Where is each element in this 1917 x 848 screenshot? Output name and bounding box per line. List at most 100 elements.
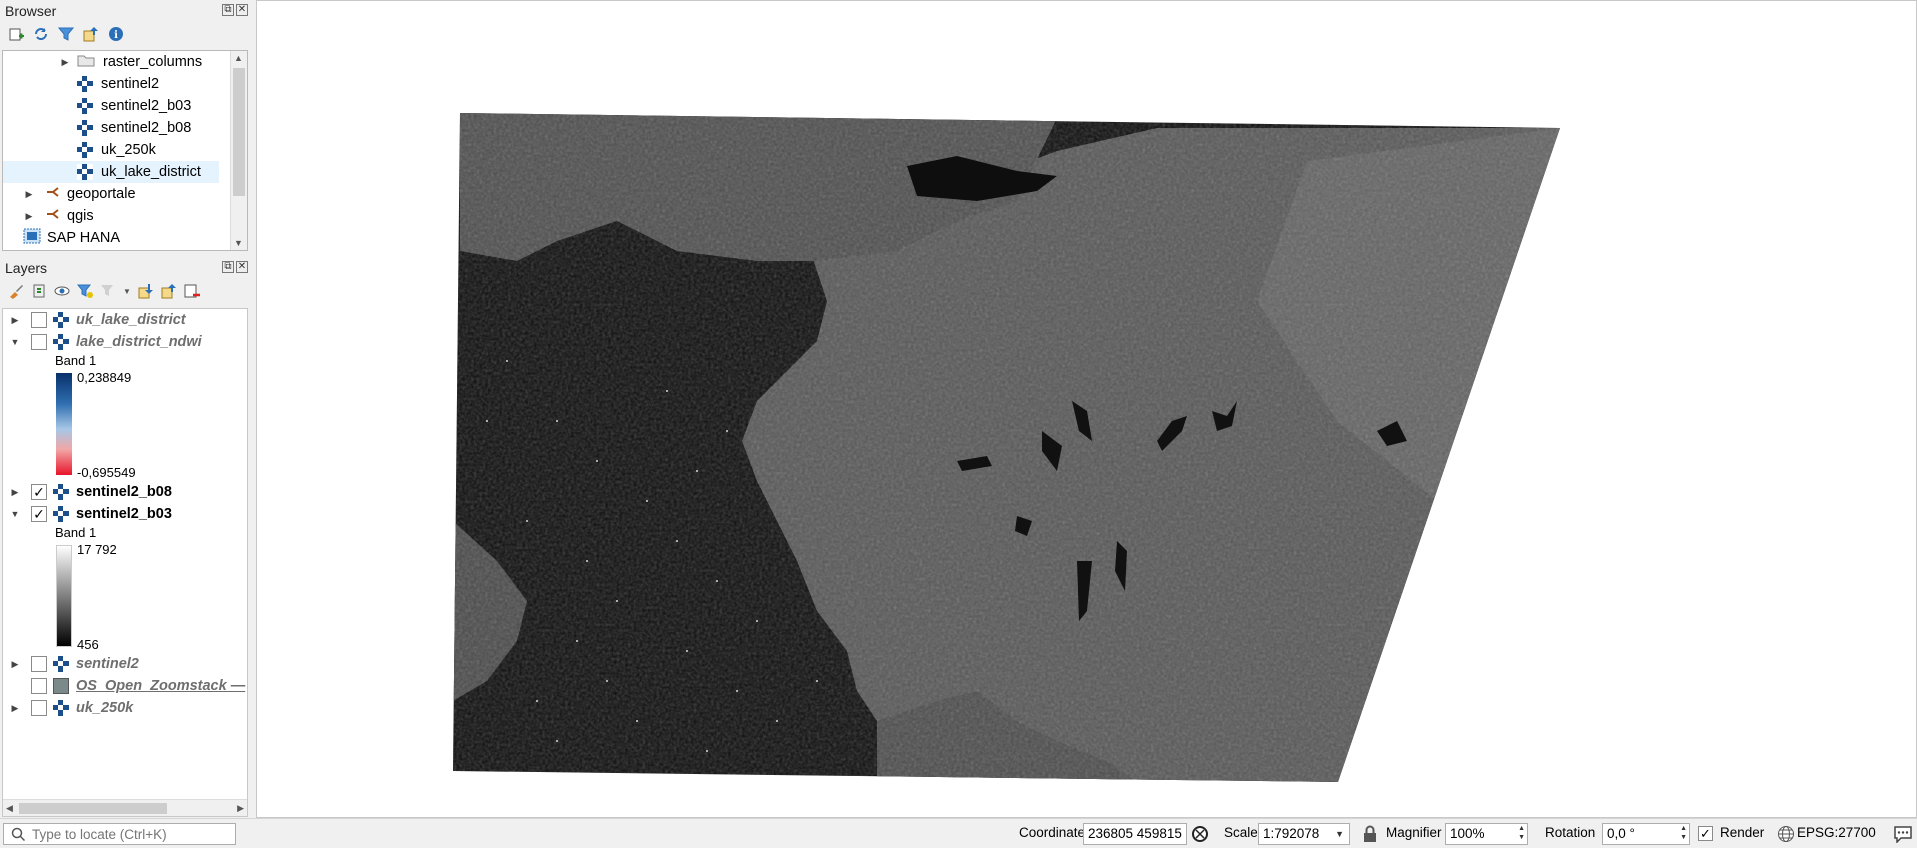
layer-name: sentinel2 xyxy=(76,656,139,672)
filter-icon[interactable] xyxy=(58,26,74,42)
browser-item-label: sentinel2_b08 xyxy=(101,120,192,136)
expand-arrow-icon[interactable]: ▶ xyxy=(9,702,21,714)
browser-item-label: uk_250k xyxy=(101,142,156,158)
layer-name: sentinel2_b08 xyxy=(76,484,172,500)
browser-panel: Browser ⧉ ✕ i ▶ raster_columns sentinel2… xyxy=(0,0,251,262)
browser-item[interactable]: ▶ raster_columns xyxy=(3,51,230,73)
info-icon[interactable]: i xyxy=(108,26,124,42)
magnifier-spinbox[interactable]: 100% ▲ ▼ xyxy=(1445,823,1528,845)
lock-icon[interactable] xyxy=(1363,825,1377,846)
browser-item-selected[interactable]: uk_lake_district xyxy=(3,161,219,183)
browser-item-label: geoportale xyxy=(67,186,136,202)
browser-tree: ▶ raster_columns sentinel2 sentinel2_b03… xyxy=(2,50,248,251)
expand-arrow-icon[interactable]: ▶ xyxy=(23,210,35,222)
visibility-icon[interactable] xyxy=(54,283,70,299)
spin-arrows-icon[interactable]: ▲ ▼ xyxy=(1518,824,1525,842)
float-panel-icon[interactable]: ⧉ xyxy=(222,261,234,273)
scroll-thumb[interactable] xyxy=(233,68,245,196)
legend-max-value: 0,238849 xyxy=(77,370,132,385)
layer-visibility-checkbox[interactable]: ✓ xyxy=(31,506,47,522)
layer-item[interactable]: ▼ lake_district_ndwi xyxy=(3,331,247,353)
layers-title-text: Layers xyxy=(5,260,48,276)
legend-color-ramp xyxy=(56,373,72,475)
layer-item[interactable]: OS_Open_Zoomstack — xyxy=(3,675,247,697)
browser-item[interactable]: ▶ geoportale xyxy=(3,183,230,205)
expand-arrow-icon[interactable]: ▶ xyxy=(59,56,71,68)
spin-arrows-icon[interactable]: ▲ ▼ xyxy=(1680,824,1687,842)
scroll-left-icon[interactable]: ◀ xyxy=(6,803,13,814)
filter-legend-icon[interactable] xyxy=(77,283,93,299)
scroll-down-icon[interactable]: ▼ xyxy=(234,238,243,248)
add-group-icon[interactable] xyxy=(31,283,47,299)
coordinate-field[interactable]: 236805 459815 xyxy=(1083,823,1187,845)
map-canvas[interactable] xyxy=(256,0,1917,818)
locator-bar[interactable] xyxy=(3,823,236,845)
layer-visibility-checkbox[interactable] xyxy=(31,334,47,350)
expand-arrow-icon[interactable]: ▶ xyxy=(9,658,21,670)
collapse-all-icon[interactable] xyxy=(83,26,99,42)
scale-combo[interactable]: 1:792078 ▼ xyxy=(1258,823,1350,845)
layers-toolbar: ▼ xyxy=(0,279,251,303)
layer-item[interactable]: ▶ sentinel2 xyxy=(3,653,247,675)
layer-item[interactable]: ▶ ✓ sentinel2_b08 xyxy=(3,481,247,503)
layers-panel-title: Layers ⧉ ✕ xyxy=(0,257,251,279)
legend-color-ramp xyxy=(56,545,72,647)
crs-label[interactable]: EPSG:27700 xyxy=(1797,825,1876,840)
scroll-right-icon[interactable]: ▶ xyxy=(237,803,244,814)
dropdown-arrow-icon[interactable]: ▼ xyxy=(123,283,131,299)
layer-item[interactable]: ▼ ✓ sentinel2_b03 xyxy=(3,503,247,525)
browser-item[interactable]: SAP HANA xyxy=(3,227,230,249)
collapse-arrow-icon[interactable]: ▼ xyxy=(9,336,21,348)
layer-visibility-checkbox[interactable] xyxy=(31,700,47,716)
browser-scrollbar[interactable]: ▲ ▼ xyxy=(230,51,247,250)
browser-item[interactable]: uk_250k xyxy=(3,139,230,161)
legend-band-label: Band 1 xyxy=(55,353,97,368)
layer-visibility-checkbox[interactable]: ✓ xyxy=(31,484,47,500)
layer-visibility-checkbox[interactable] xyxy=(31,656,47,672)
raster-icon xyxy=(77,76,93,92)
remove-layer-icon[interactable] xyxy=(184,283,200,299)
expand-arrow-icon[interactable]: ▶ xyxy=(23,188,35,200)
layers-hscrollbar[interactable]: ◀ ▶ xyxy=(3,799,247,816)
layer-name: uk_lake_district xyxy=(76,312,186,328)
render-checkbox[interactable]: ✓ xyxy=(1698,826,1713,841)
float-panel-icon[interactable]: ⧉ xyxy=(222,4,234,16)
collapse-arrow-icon[interactable]: ▼ xyxy=(9,508,21,520)
messages-icon[interactable] xyxy=(1893,825,1913,846)
coordinate-label: Coordinate xyxy=(1019,825,1086,840)
layer-item[interactable]: ▶ uk_lake_district xyxy=(3,309,247,331)
expand-arrow-icon[interactable]: ▶ xyxy=(9,314,21,326)
browser-item-label: raster_columns xyxy=(103,54,203,70)
close-panel-icon[interactable]: ✕ xyxy=(236,261,248,273)
layer-visibility-checkbox[interactable] xyxy=(31,312,47,328)
browser-item[interactable]: sentinel2 xyxy=(3,73,230,95)
collapse-all-icon[interactable] xyxy=(161,283,177,299)
dropdown-arrow-icon[interactable]: ▼ xyxy=(1335,824,1344,844)
browser-toolbar: i xyxy=(0,22,251,46)
expand-arrow-icon[interactable]: ▶ xyxy=(9,486,21,498)
expand-all-icon[interactable] xyxy=(138,283,154,299)
raster-icon xyxy=(77,164,93,180)
browser-item[interactable]: sentinel2_b08 xyxy=(3,117,230,139)
style-brush-icon[interactable] xyxy=(8,283,24,299)
browser-item[interactable]: sentinel2_b03 xyxy=(3,95,230,117)
raster-icon xyxy=(53,312,69,328)
crs-globe-icon[interactable] xyxy=(1777,825,1795,846)
scroll-up-icon[interactable]: ▲ xyxy=(234,53,243,63)
status-bar: Coordinate 236805 459815 Scale 1:792078 … xyxy=(0,818,1917,848)
add-selected-layers-icon[interactable] xyxy=(8,26,24,42)
layer-item[interactable]: ▶ uk_250k xyxy=(3,697,247,719)
scale-label: Scale xyxy=(1224,825,1258,840)
rotation-spinbox[interactable]: 0,0 ° ▲ ▼ xyxy=(1602,823,1690,845)
map-raster[interactable] xyxy=(257,1,1916,817)
toggle-extents-icon[interactable] xyxy=(1191,825,1209,846)
scroll-thumb[interactable] xyxy=(19,803,167,814)
legend-min-value: 456 xyxy=(77,637,99,652)
refresh-icon[interactable] xyxy=(33,26,49,42)
layer-visibility-checkbox[interactable] xyxy=(31,678,47,694)
raster-icon xyxy=(53,700,69,716)
locator-input[interactable] xyxy=(30,825,230,843)
close-panel-icon[interactable]: ✕ xyxy=(236,4,248,16)
browser-item[interactable]: ▶ qgis xyxy=(3,205,230,227)
folder-icon xyxy=(77,53,95,71)
